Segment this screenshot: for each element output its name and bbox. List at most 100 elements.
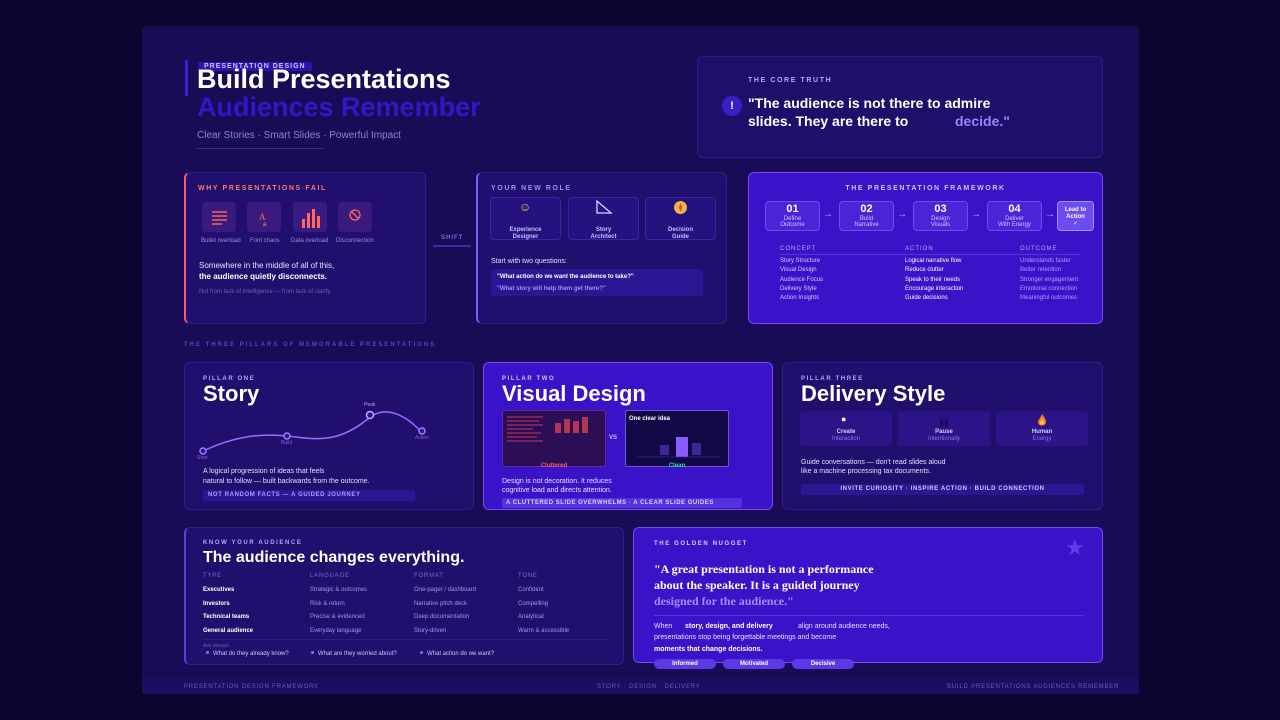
- framework-step-4-num: 04: [1008, 203, 1021, 215]
- delivery-2-line2: Intentionally: [927, 436, 961, 442]
- delivery-3-line2: Energy: [1032, 436, 1052, 442]
- page-title-highlight: Audiences Remember: [197, 92, 481, 122]
- audience-col-tone: TONE: [518, 573, 538, 579]
- role-2-line2: Architect: [590, 234, 617, 240]
- bar-chart-icon: [293, 202, 327, 232]
- audience-type: Investors: [203, 601, 230, 607]
- nugget-body-line3: moments that change decisions.: [654, 646, 763, 653]
- concept-item: Audience Focus: [780, 277, 824, 283]
- story-text-line2: natural to follow — built backwards from…: [203, 478, 370, 485]
- shift-arrow: [433, 245, 471, 247]
- pillar-visual-title: Visual Design: [502, 381, 646, 406]
- bullet-icon: [420, 651, 423, 654]
- core-truth-quote-line2: slides. They are there to: [748, 113, 909, 129]
- fail-footnote: Not from lack of intelligence — from lac…: [199, 289, 332, 295]
- audience-tone: Confident: [518, 587, 544, 593]
- ask-question: What do they already know?: [213, 651, 289, 657]
- audience-language: Risk & return: [310, 601, 345, 607]
- vs-label: VS: [609, 435, 618, 441]
- nugget-body-when: When: [654, 623, 673, 630]
- audience-format: One-pager / dashboard: [414, 587, 477, 593]
- role-1-line1: Experience: [509, 227, 542, 233]
- fail-text-line1: Somewhere in the middle of all of this,: [199, 261, 335, 270]
- outcome-item: Better retention: [1020, 267, 1062, 273]
- delivery-tag-text: INVITE CURIOSITY · INSPIRE ACTION · BUIL…: [840, 486, 1045, 492]
- action-item: Reduce clutter: [905, 267, 944, 273]
- ask-question: What are they worried about?: [318, 651, 397, 657]
- nugget-body-line2: presentations stop being forgettable mee…: [654, 634, 837, 641]
- outcome-item: Meaningful outcomes: [1020, 295, 1078, 301]
- set-square-icon: [596, 199, 613, 219]
- audience-col-language: LANGUAGE: [310, 573, 350, 579]
- story-text-line1: A logical progression of ideas that feel…: [203, 468, 325, 475]
- exclamation-icon: !: [722, 96, 742, 116]
- framework-step-1-num: 01: [786, 203, 799, 215]
- core-truth-label: THE CORE TRUTH: [748, 77, 833, 84]
- fail-item-label-1: Bullet overload: [201, 238, 241, 244]
- nugget-chip-motivated: Motivated: [723, 659, 785, 669]
- new-role-card: [476, 172, 727, 324]
- compass-icon: [673, 200, 688, 220]
- header-accent-bar: [185, 60, 188, 96]
- audience-tone: Warm & accessible: [518, 628, 570, 634]
- role-prompt: Start with two questions:: [491, 258, 567, 265]
- nugget-divider: [654, 615, 1084, 616]
- arrow-icon: →: [1045, 209, 1055, 220]
- concept-item: Action Insights: [780, 295, 820, 301]
- footer-left: PRESENTATION DESIGN FRAMEWORK: [184, 684, 319, 690]
- audience-type: Technical teams: [203, 614, 250, 620]
- framework-col-outcome: OUTCOME: [1020, 246, 1058, 252]
- check-icon: ✓: [1072, 221, 1079, 227]
- framework-step-3-num: 03: [934, 203, 947, 215]
- clean-slide-title: One clear idea: [629, 416, 671, 422]
- role-3-line2: Guide: [671, 234, 689, 240]
- delivery-1-line1: Create: [836, 429, 856, 435]
- arrow-icon: →: [971, 209, 981, 220]
- question-1: "What action do we want the audience to …: [497, 274, 634, 280]
- speech-bubble-icon: ●: [841, 414, 847, 424]
- footer-right: BUILD PRESENTATIONS AUDIENCES REMEMBER: [947, 684, 1120, 690]
- nugget-quote-line2: about the speaker. It is a guided journe…: [654, 578, 860, 592]
- outcome-item: Stronger engagement: [1020, 277, 1079, 283]
- arrow-icon: →: [897, 209, 907, 220]
- framework-step-2-num: 02: [860, 203, 873, 215]
- concept-item: Story Structure: [780, 258, 821, 264]
- fail-item-label-2: Font chaos: [250, 238, 280, 244]
- concept-item: Delivery Style: [780, 286, 817, 292]
- audience-language: Strategic & outcomes: [310, 587, 368, 593]
- star-icon: ★: [1065, 535, 1085, 560]
- page-title: Build Presentations: [197, 64, 451, 94]
- concept-item: Visual Design: [780, 267, 817, 273]
- story-point-action: [418, 427, 426, 435]
- framework-col-concept: CONCEPT: [780, 246, 817, 252]
- audience-col-format: FORMAT: [414, 573, 444, 579]
- subtitle-underline: [197, 148, 323, 149]
- audience-type: General audience: [203, 628, 254, 634]
- action-item: Logical narrative flow: [905, 258, 962, 264]
- shift-label: SHIFT: [441, 235, 464, 241]
- action-item: Speak to their needs: [905, 277, 961, 283]
- fail-item-label-4: Disconnection: [336, 238, 374, 244]
- clean-label: Clean: [668, 463, 686, 469]
- nugget-quote-line3: designed for the audience.": [654, 594, 794, 608]
- audience-format: Story-driven: [414, 628, 447, 634]
- visual-tag-text: A CLUTTERED SLIDE OVERWHELMS · A CLEAR S…: [506, 500, 714, 506]
- cluttered-slide: [502, 410, 606, 467]
- nugget-quote-line1: "A great presentation is not a performan…: [654, 562, 874, 576]
- pillar-story-title: Story: [203, 381, 260, 406]
- visual-text-line2: cognitive load and directs attention.: [502, 487, 612, 494]
- theater-masks-icon: ☺: [519, 200, 532, 214]
- cluttered-label: Cluttered: [540, 463, 568, 469]
- bullet-icon: [206, 651, 209, 654]
- delivery-2-line1: Pause: [935, 429, 953, 435]
- role-3-line1: Decision: [667, 227, 693, 233]
- story-point-label: Start: [197, 455, 208, 461]
- svg-text:A: A: [259, 212, 266, 222]
- audience-format: Narrative pitch deck: [414, 601, 468, 607]
- story-point-start: [199, 447, 207, 455]
- core-truth-quote-line1: "The audience is not there to admire: [748, 95, 991, 111]
- nugget-chip-decisive: Decisive: [792, 659, 854, 669]
- framework-final-line1: Lead to: [1064, 207, 1087, 213]
- bullet-list-icon: [202, 202, 236, 232]
- audience-title: The audience changes everything.: [203, 549, 465, 566]
